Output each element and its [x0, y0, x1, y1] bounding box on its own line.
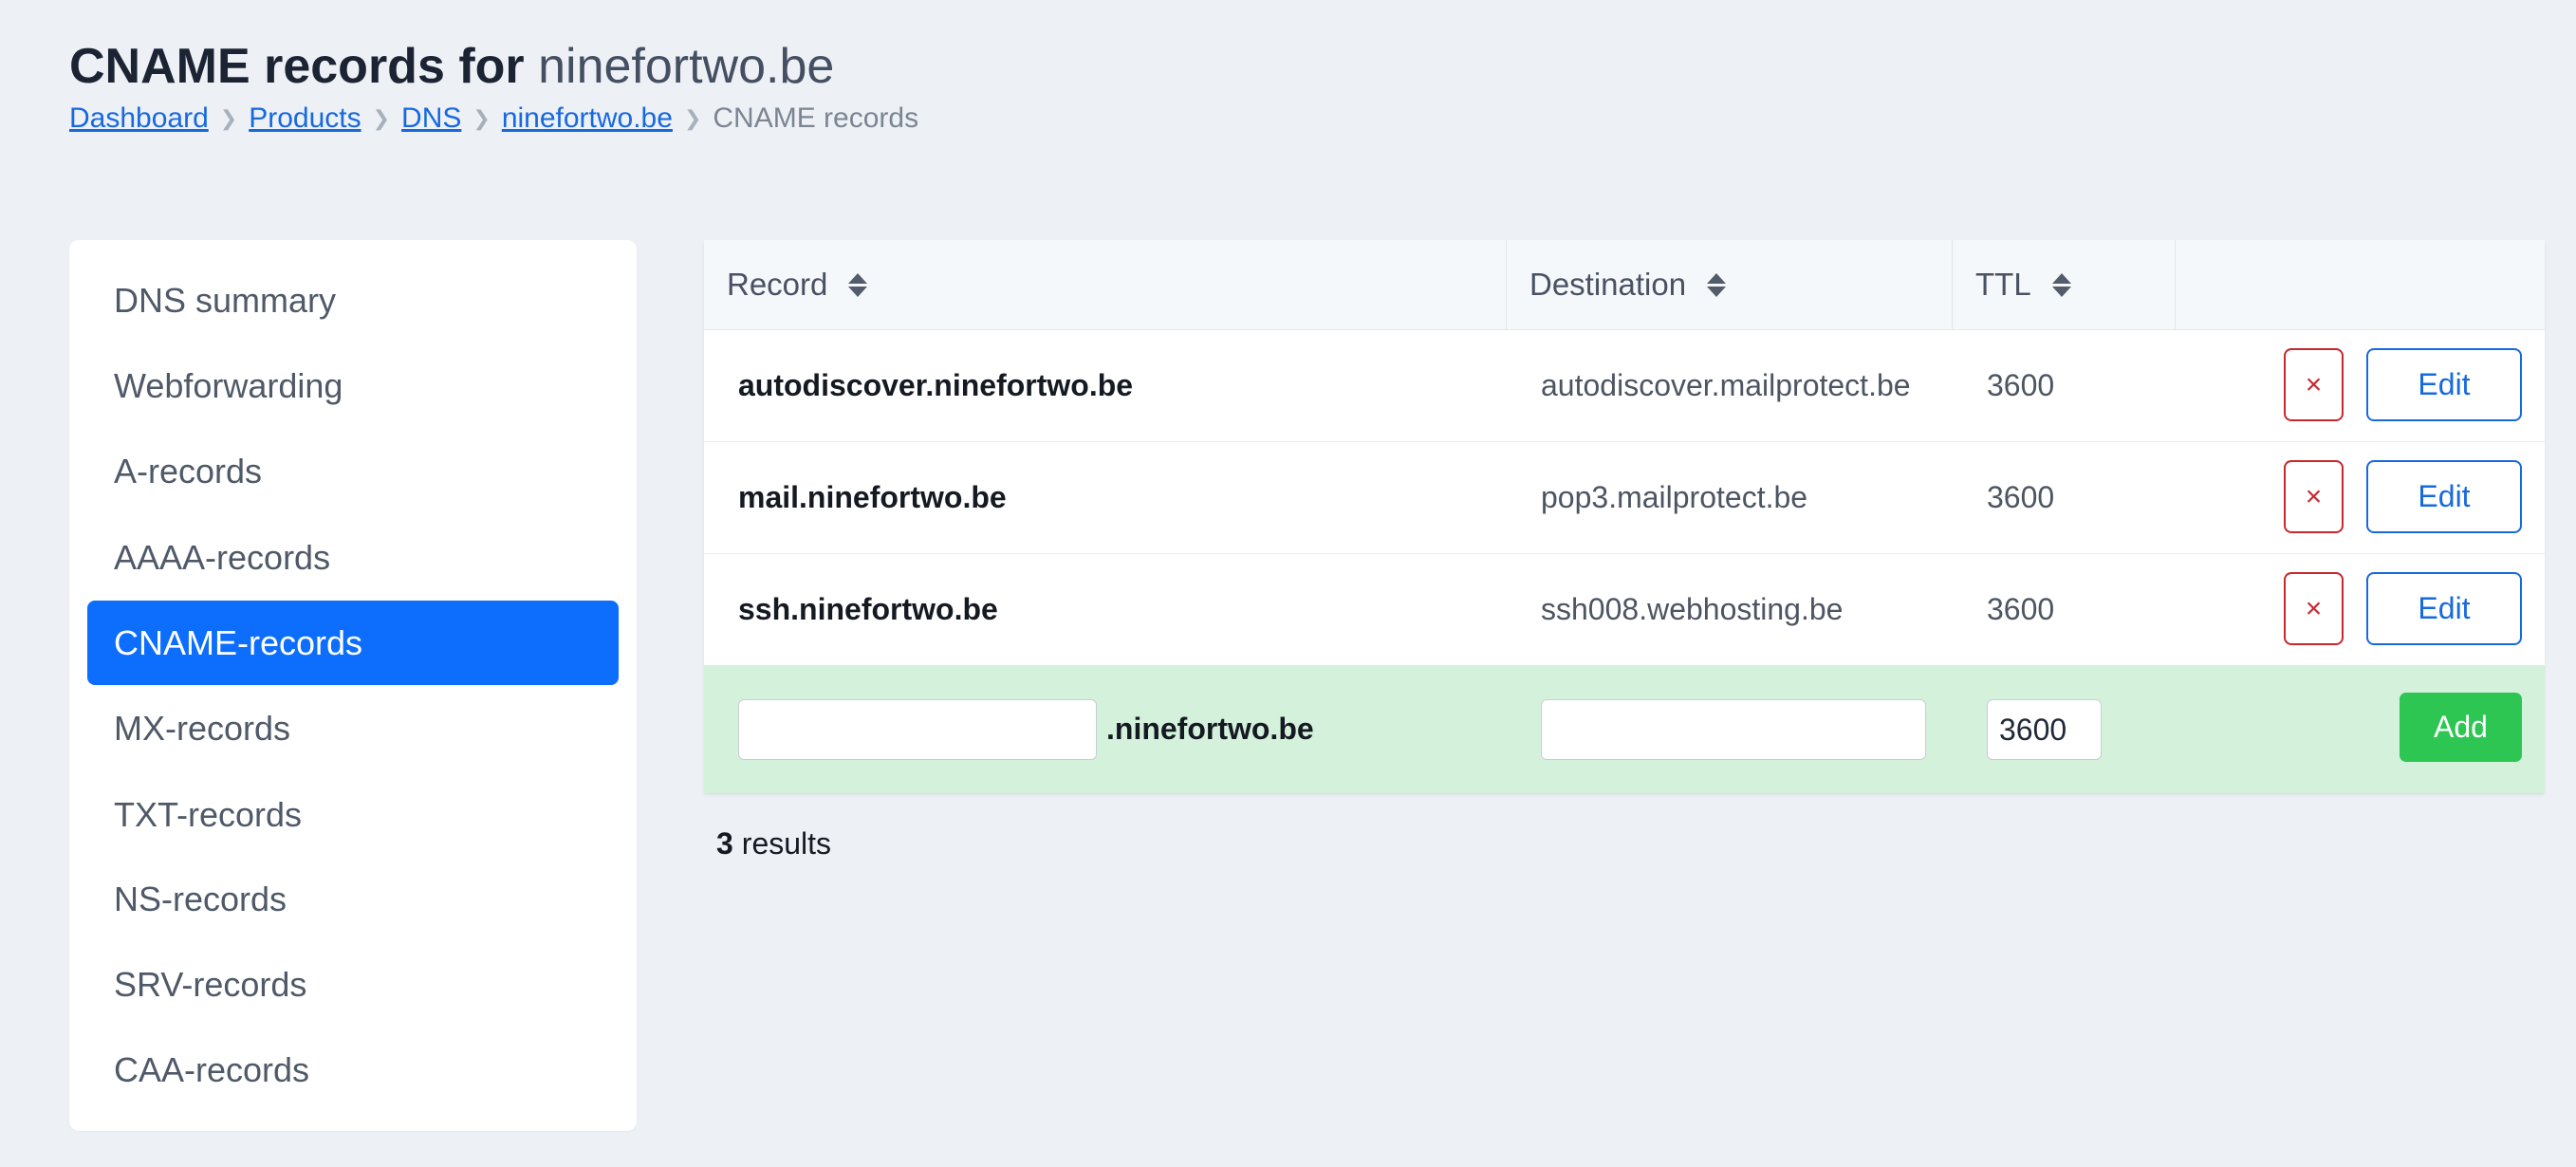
sidebar-item-a-records[interactable]: A-records: [87, 429, 619, 513]
column-divider: [2175, 240, 2176, 329]
sidebar-item-label: DNS summary: [114, 280, 337, 320]
sidebar-item-label: CNAME-records: [114, 622, 363, 662]
page-title-prefix: CNAME records for: [69, 39, 525, 94]
record-name: autodiscover.ninefortwo.be: [738, 368, 1134, 402]
column-divider: [1506, 240, 1507, 329]
breadcrumb-separator-icon: ❯: [683, 106, 702, 130]
close-icon: ×: [2305, 592, 2323, 624]
sidebar-item-ns-records[interactable]: NS-records: [87, 857, 619, 941]
close-icon: ×: [2305, 368, 2323, 400]
page-title-domain: ninefortwo.be: [538, 39, 835, 94]
edit-button[interactable]: Edit: [2366, 348, 2522, 421]
sidebar-item-label: TXT-records: [114, 794, 303, 834]
results-number: 3: [716, 826, 733, 861]
breadcrumb-separator-icon: ❯: [372, 106, 391, 130]
breadcrumb-link-domain[interactable]: ninefortwo.be: [502, 102, 673, 134]
cname-records-table: Record Destination TTL autodiscover.nine…: [704, 240, 2545, 793]
sidebar: DNS summary Webforwarding A-records AAAA…: [69, 240, 637, 1131]
table-row: autodiscover.ninefortwo.be autodiscover.…: [704, 330, 2545, 442]
ttl-input[interactable]: [1987, 699, 2102, 760]
breadcrumb: Dashboard ❯ Products ❯ DNS ❯ ninefortwo.be ❯ CNA…: [69, 100, 918, 139]
record-ttl: 3600: [1987, 368, 2055, 402]
column-divider: [1952, 240, 1953, 329]
delete-button[interactable]: ×: [2284, 460, 2344, 533]
record-ttl: 3600: [1987, 480, 2055, 514]
record-destination: pop3.mailprotect.be: [1541, 480, 1808, 514]
breadcrumb-current: CNAME records: [713, 102, 919, 134]
edit-button[interactable]: Edit: [2366, 572, 2522, 645]
add-record-row: .ninefortwo.be Add: [704, 665, 2545, 793]
column-header-destination[interactable]: Destination: [1529, 240, 1727, 329]
sidebar-item-label: CAA-records: [114, 1049, 310, 1089]
table-row: mail.ninefortwo.be pop3.mailprotect.be 3…: [704, 442, 2545, 554]
page-title: CNAME records for ninefortwo.be: [69, 34, 834, 99]
sidebar-item-cname-records[interactable]: CNAME-records: [87, 601, 619, 685]
add-button[interactable]: Add: [2400, 693, 2522, 762]
breadcrumb-link-products[interactable]: Products: [249, 102, 361, 134]
destination-input[interactable]: [1541, 699, 1926, 760]
edit-button[interactable]: Edit: [2366, 460, 2522, 533]
column-header-ttl[interactable]: TTL: [1975, 240, 2071, 329]
sidebar-item-label: MX-records: [114, 708, 291, 748]
sidebar-item-label: Webforwarding: [114, 365, 343, 405]
record-ttl: 3600: [1987, 592, 2055, 626]
sidebar-item-label: SRV-records: [114, 964, 307, 1004]
column-header-label: Record: [727, 267, 828, 302]
column-header-record[interactable]: Record: [727, 240, 868, 329]
results-count: 3 results: [716, 826, 831, 861]
sort-icon[interactable]: [1707, 272, 1727, 297]
breadcrumb-separator-icon: ❯: [219, 106, 238, 130]
sidebar-item-label: A-records: [114, 451, 263, 491]
delete-button[interactable]: ×: [2284, 572, 2344, 645]
sort-icon[interactable]: [2051, 272, 2071, 297]
record-domain-suffix: .ninefortwo.be: [1106, 712, 1314, 746]
breadcrumb-link-dashboard[interactable]: Dashboard: [69, 102, 209, 134]
record-name: mail.ninefortwo.be: [738, 480, 1007, 514]
sidebar-item-webforwarding[interactable]: Webforwarding: [87, 343, 619, 428]
sidebar-item-aaaa-records[interactable]: AAAA-records: [87, 515, 619, 600]
breadcrumb-link-dns[interactable]: DNS: [401, 102, 461, 134]
record-name-input[interactable]: [738, 699, 1097, 760]
delete-button[interactable]: ×: [2284, 348, 2344, 421]
close-icon: ×: [2305, 480, 2323, 512]
sidebar-item-label: NS-records: [114, 879, 287, 918]
sidebar-item-mx-records[interactable]: MX-records: [87, 686, 619, 770]
column-header-label: TTL: [1975, 267, 2031, 302]
sidebar-item-dns-summary[interactable]: DNS summary: [87, 258, 619, 343]
sidebar-item-label: AAAA-records: [114, 537, 331, 577]
column-header-label: Destination: [1529, 267, 1687, 302]
record-destination: ssh008.webhosting.be: [1541, 592, 1844, 626]
table-row: ssh.ninefortwo.be ssh008.webhosting.be 3…: [704, 554, 2545, 666]
breadcrumb-separator-icon: ❯: [473, 106, 491, 130]
record-destination: autodiscover.mailprotect.be: [1541, 368, 1911, 402]
record-name: ssh.ninefortwo.be: [738, 592, 998, 626]
sort-icon[interactable]: [848, 272, 868, 297]
column-header-actions: [2198, 240, 2219, 329]
sidebar-item-srv-records[interactable]: SRV-records: [87, 942, 619, 1027]
sidebar-item-txt-records[interactable]: TXT-records: [87, 772, 619, 857]
table-header: Record Destination TTL: [704, 240, 2545, 330]
sidebar-item-caa-records[interactable]: CAA-records: [87, 1028, 619, 1112]
results-label: results: [741, 826, 832, 861]
